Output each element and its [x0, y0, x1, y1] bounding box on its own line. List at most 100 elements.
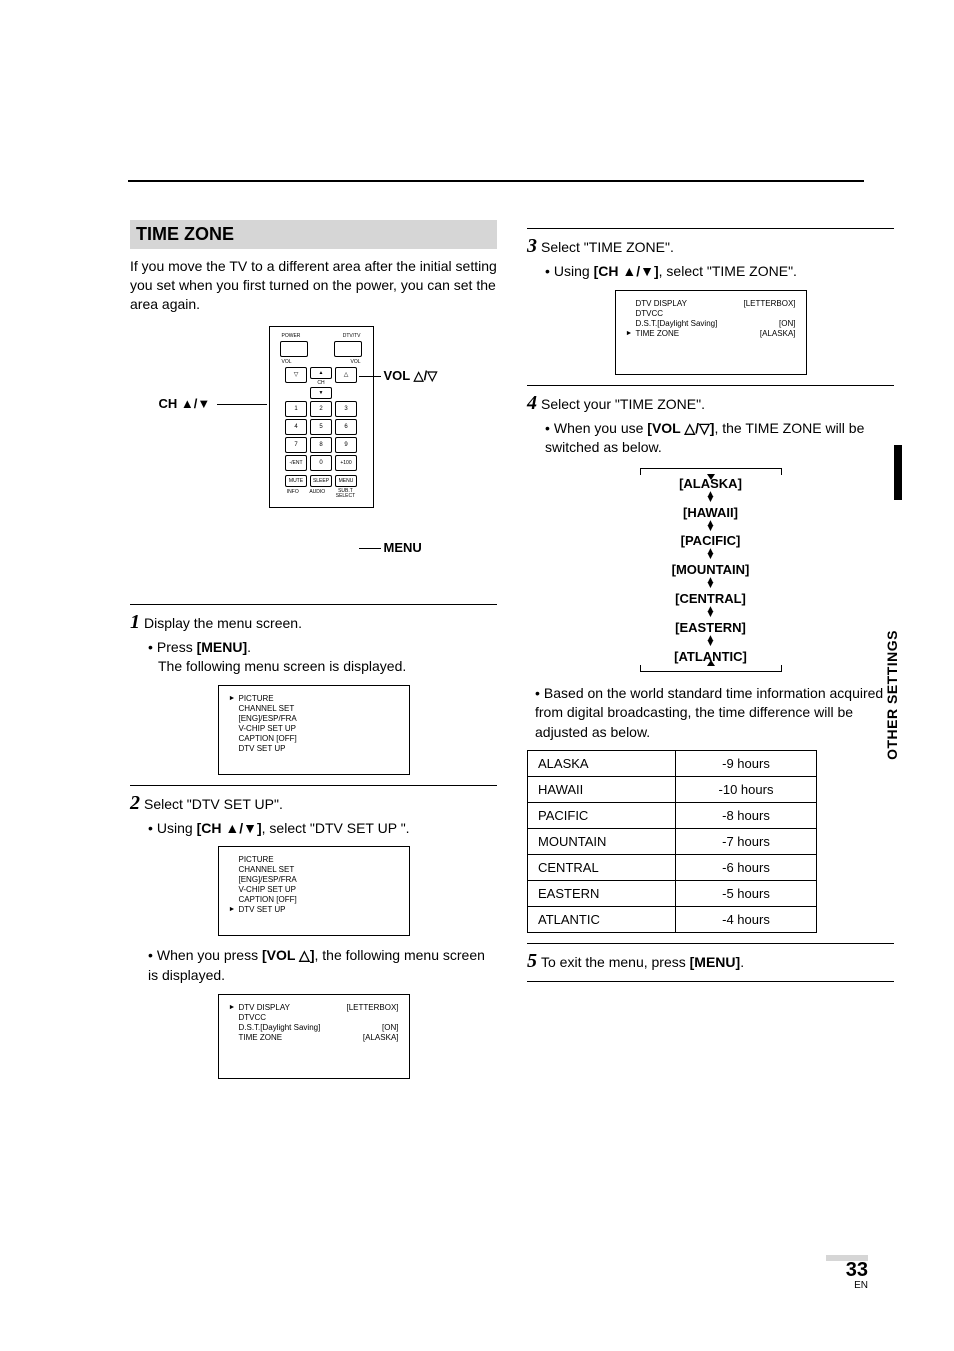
rule	[527, 385, 894, 386]
remote-diagram: POWERDTV/TV VOLVOL ▽ ▲ CH ▼ △ 123 456	[159, 326, 469, 586]
menu-row: CHANNEL SET	[229, 865, 399, 875]
sleep-button[interactable]: SLEEP	[310, 475, 332, 487]
menu-row: DTV DISPLAY[LETTERBOX]	[626, 299, 796, 309]
table-row: EASTERN-5 hours	[528, 881, 817, 907]
intro-text: If you move the TV to a different area a…	[130, 257, 497, 314]
t: .	[740, 954, 744, 970]
t: Using	[554, 263, 594, 279]
t: , select "DTV SET UP ".	[262, 820, 410, 836]
key-3[interactable]: 3	[335, 401, 357, 417]
pagenum-suffix: EN	[826, 1280, 868, 1291]
key-1[interactable]: 1	[285, 401, 307, 417]
step4: 4Select your "TIME ZONE".	[527, 392, 894, 415]
zone-cell: ALASKA	[528, 751, 676, 777]
t: Based on the world standard time informa…	[535, 685, 883, 740]
left-column: TIME ZONE If you move the TV to a differ…	[130, 220, 497, 1089]
zone-cell: EASTERN	[528, 881, 676, 907]
cycle-bottom-line	[640, 665, 782, 672]
t: When you use	[554, 420, 647, 436]
step1-title: Display the menu screen.	[144, 615, 302, 631]
remote-body: POWERDTV/TV VOLVOL ▽ ▲ CH ▼ △ 123 456	[269, 326, 374, 508]
menu-row: DTVCC	[229, 1013, 399, 1023]
label-vol-r: VOL	[350, 359, 360, 365]
offset-cell: -4 hours	[676, 907, 817, 933]
rule	[130, 604, 497, 605]
rule	[527, 943, 894, 944]
step5: 5To exit the menu, press [MENU].	[527, 950, 894, 973]
key-100[interactable]: +100	[335, 455, 357, 471]
step2-sub1: •Using [CH ▲/▼], select "DTV SET UP ".	[148, 819, 497, 839]
right-column: 3Select "TIME ZONE". •Using [CH ▲/▼], se…	[527, 220, 894, 1089]
menu-row: ►DTV SET UP	[229, 905, 399, 915]
menu-row: ►PICTURE	[229, 694, 399, 704]
ch-ref: [CH ▲/▼]	[197, 820, 262, 836]
menu-row: [ENG]/ESP/FRA	[229, 714, 399, 724]
section-title: TIME ZONE	[130, 220, 497, 249]
table-row: MOUNTAIN-7 hours	[528, 829, 817, 855]
key-2[interactable]: 2	[310, 401, 332, 417]
t: .	[247, 639, 251, 655]
pointer-icon: ►	[229, 1004, 236, 1013]
key-8[interactable]: 8	[310, 437, 332, 453]
offset-table: ALASKA-9 hoursHAWAII-10 hoursPACIFIC-8 h…	[527, 750, 817, 933]
top-rule	[128, 180, 864, 182]
zone-cell: PACIFIC	[528, 803, 676, 829]
side-tab-bar	[894, 445, 902, 500]
step4-note: •Based on the world standard time inform…	[535, 684, 894, 743]
side-tab-text: OTHER SETTINGS	[884, 630, 900, 760]
menu-ref: [MENU]	[690, 954, 741, 970]
vol-ref: [VOL △]	[262, 947, 315, 963]
step1: 1Display the menu screen.	[130, 611, 497, 634]
key-7[interactable]: 7	[285, 437, 307, 453]
up-down-arrow-icon: ▲▼	[631, 607, 791, 619]
step1-sub1: •Press [MENU].	[148, 638, 497, 658]
key-6[interactable]: 6	[335, 419, 357, 435]
label-audio: AUDIO	[309, 489, 325, 499]
t: Using	[157, 820, 197, 836]
key-9[interactable]: 9	[335, 437, 357, 453]
key-0[interactable]: 0	[310, 455, 332, 471]
up-down-arrow-icon: ▲▼	[631, 521, 791, 533]
offset-cell: -8 hours	[676, 803, 817, 829]
dtv-tv-button[interactable]	[334, 341, 362, 357]
menu-screen-3: ►DTV DISPLAY[LETTERBOX]DTVCCD.S.T.[Dayli…	[218, 994, 410, 1079]
menu-row: DTVCC	[626, 309, 796, 319]
table-row: PACIFIC-8 hours	[528, 803, 817, 829]
pagenum-value: 33	[846, 1259, 868, 1281]
menu-row: TIME ZONE[ALASKA]	[229, 1033, 399, 1043]
key-ent[interactable]: -/ENT	[285, 455, 307, 471]
offset-cell: -6 hours	[676, 855, 817, 881]
callout-line-ch	[217, 404, 267, 405]
vol-up-button[interactable]: △	[335, 367, 357, 383]
ch-ref: [CH ▲/▼]	[594, 263, 659, 279]
ch-down-button[interactable]: ▼	[310, 387, 332, 399]
table-row: ATLANTIC-4 hours	[528, 907, 817, 933]
timezone-cycle: [ALASKA]▲▼[HAWAII]▲▼[PACIFIC]▲▼[MOUNTAIN…	[631, 468, 791, 672]
menu-ref: [MENU]	[197, 639, 248, 655]
up-down-arrow-icon: ▲▼	[631, 636, 791, 648]
page-number: 33 EN	[826, 1255, 868, 1291]
rule	[527, 228, 894, 229]
step3: 3Select "TIME ZONE".	[527, 235, 894, 258]
callout-line-menu	[359, 548, 381, 549]
power-button[interactable]	[280, 341, 308, 357]
step2-title: Select "DTV SET UP".	[144, 796, 283, 812]
mute-button[interactable]: MUTE	[285, 475, 307, 487]
key-5[interactable]: 5	[310, 419, 332, 435]
step2: 2Select "DTV SET UP".	[130, 792, 497, 815]
callout-vol: VOL △/▽	[384, 368, 438, 384]
vol-ref: [VOL △/▽]	[647, 420, 714, 436]
key-4[interactable]: 4	[285, 419, 307, 435]
zone-cell: CENTRAL	[528, 855, 676, 881]
offset-cell: -7 hours	[676, 829, 817, 855]
label-subt: SUB.T SELECT	[336, 489, 355, 499]
menu-row: [ENG]/ESP/FRA	[229, 875, 399, 885]
offset-cell: -9 hours	[676, 751, 817, 777]
label-info: INFO	[287, 489, 299, 499]
ch-up-button[interactable]: ▲	[310, 367, 332, 379]
pointer-icon: ►	[626, 330, 633, 339]
menu-button[interactable]: MENU	[335, 475, 357, 487]
menu-row: PICTURE	[229, 855, 399, 865]
vol-down-button[interactable]: ▽	[285, 367, 307, 383]
step5-title: To exit the menu, press	[541, 954, 690, 970]
